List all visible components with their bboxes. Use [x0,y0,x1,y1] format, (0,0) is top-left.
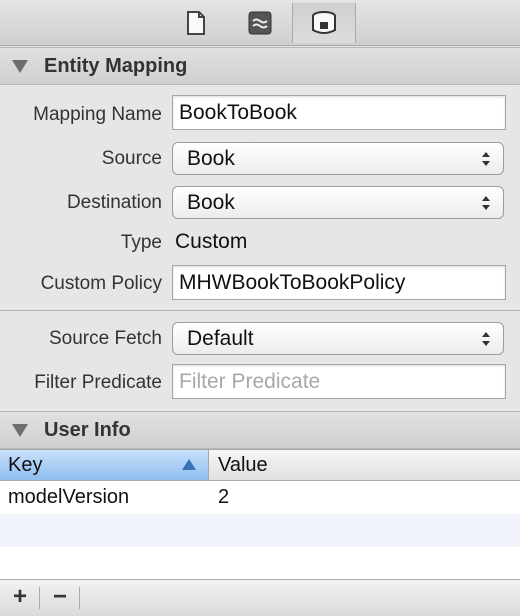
source-value: Book [187,147,235,170]
source-label: Source [101,148,162,169]
custom-policy-field[interactable]: MHWBookToBookPolicy [172,265,506,300]
key-column-label: Key [8,454,43,476]
button-separator [79,587,80,609]
type-label: Type [120,232,162,253]
file-inspector-tab[interactable] [164,3,228,43]
destination-value: Book [187,191,235,214]
inspector-toolbar [0,0,520,46]
popup-arrows-icon [482,332,490,346]
popup-arrows-icon [482,152,490,166]
user-info-table: Key Value modelVersion 2 [0,449,520,579]
bottom-toolbar: + − [0,579,520,616]
entity-mapping-form: Mapping Name BookToBook Source Book Dest… [0,86,520,409]
quick-help-tab[interactable] [228,3,292,43]
destination-popup[interactable]: Book [172,186,504,219]
mapping-name-field[interactable]: BookToBook [172,95,506,130]
empty-table-row [0,514,520,547]
source-popup[interactable]: Book [172,142,504,175]
data-model-inspector-tab[interactable] [292,3,356,43]
section-divider [0,310,520,311]
add-button[interactable]: + [6,585,34,610]
disclosure-triangle-icon[interactable] [12,423,28,437]
value-column-header[interactable]: Value [218,450,268,480]
quick-help-icon [248,11,272,35]
data-model-inspector-icon [312,11,336,34]
row-value: 2 [218,486,230,508]
user-info-title: User Info [44,418,131,441]
entity-mapping-title: Entity Mapping [44,54,188,77]
user-info-header[interactable]: User Info [0,411,520,449]
table-header: Key Value [0,450,520,481]
button-separator [39,587,40,609]
source-fetch-value: Default [187,327,254,350]
filter-predicate-field[interactable]: Filter Predicate [172,364,506,399]
destination-label: Destination [66,192,162,213]
remove-button[interactable]: − [46,585,74,610]
type-value: Custom [175,230,248,253]
disclosure-triangle-icon[interactable] [12,59,28,73]
entity-mapping-header[interactable]: Entity Mapping [0,47,520,85]
table-row[interactable]: modelVersion 2 [0,481,520,514]
key-column-header[interactable]: Key [0,450,209,480]
source-fetch-label: Source Fetch [49,328,162,349]
filter-predicate-label: Filter Predicate [34,372,162,393]
mapping-name-label: Mapping Name [33,104,162,125]
sort-ascending-icon [182,459,196,470]
popup-arrows-icon [482,196,490,210]
row-key: modelVersion [8,486,130,508]
source-fetch-popup[interactable]: Default [172,322,504,355]
custom-policy-label: Custom Policy [40,273,162,294]
file-inspector-icon [187,11,205,35]
